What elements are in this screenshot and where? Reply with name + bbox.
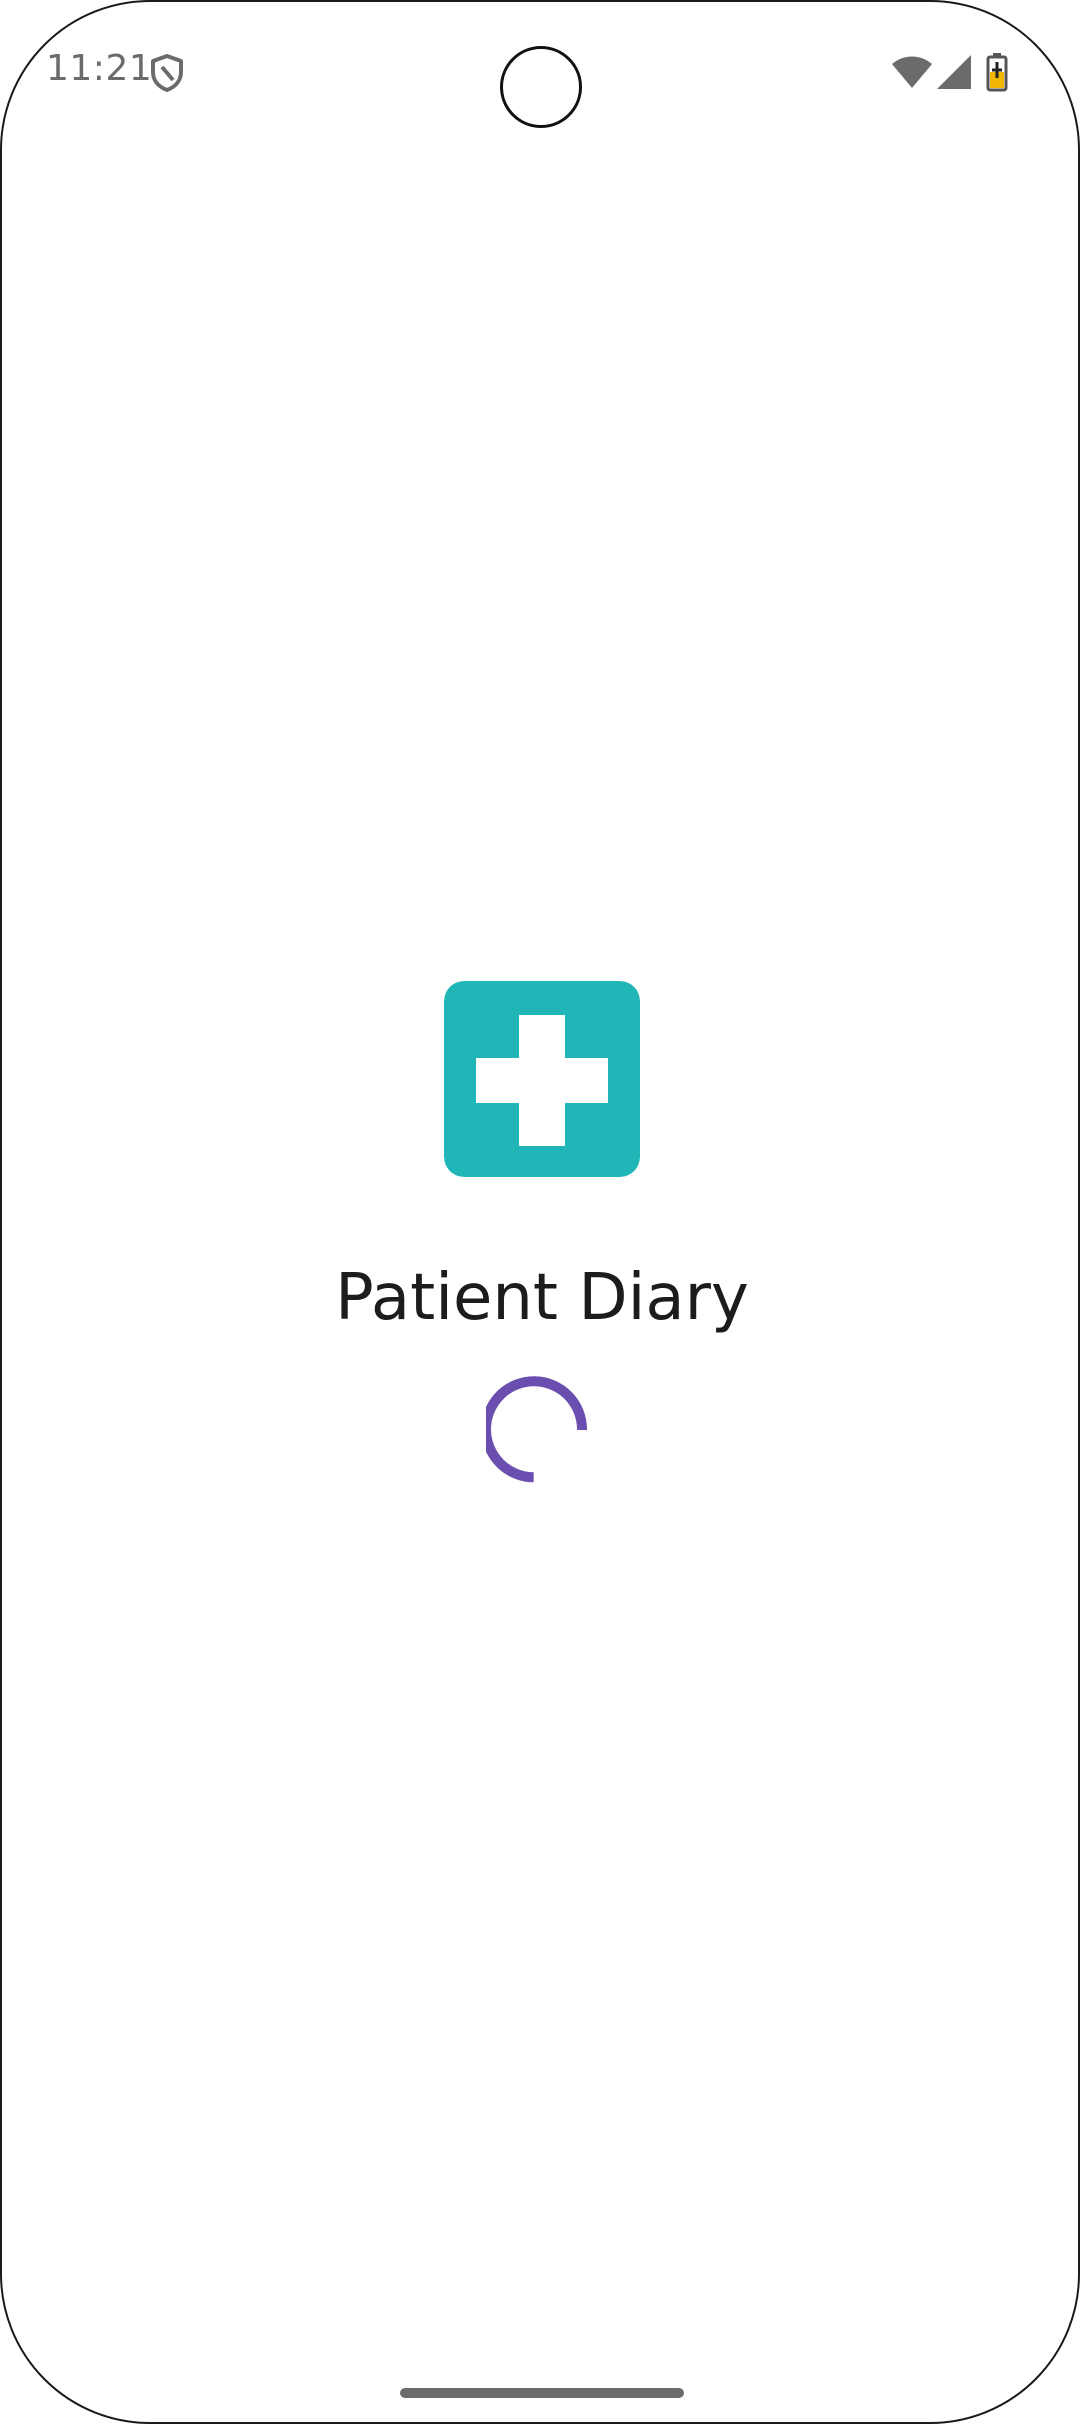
phone-screen: 11:21 Patient Diary bbox=[0, 0, 1080, 2424]
app-title: Patient Diary bbox=[335, 1261, 749, 1335]
loading-spinner bbox=[486, 1376, 588, 1483]
camera-cutout bbox=[500, 46, 582, 128]
battery-icon bbox=[986, 53, 1008, 92]
home-indicator[interactable] bbox=[400, 2388, 684, 2398]
status-time: 11:21 bbox=[46, 48, 153, 89]
shield-icon bbox=[151, 54, 183, 92]
signal-icon bbox=[937, 55, 971, 89]
status-bar: 11:21 bbox=[2, 2, 1078, 142]
medical-cross-icon bbox=[444, 981, 640, 1177]
wifi-icon bbox=[892, 56, 932, 88]
